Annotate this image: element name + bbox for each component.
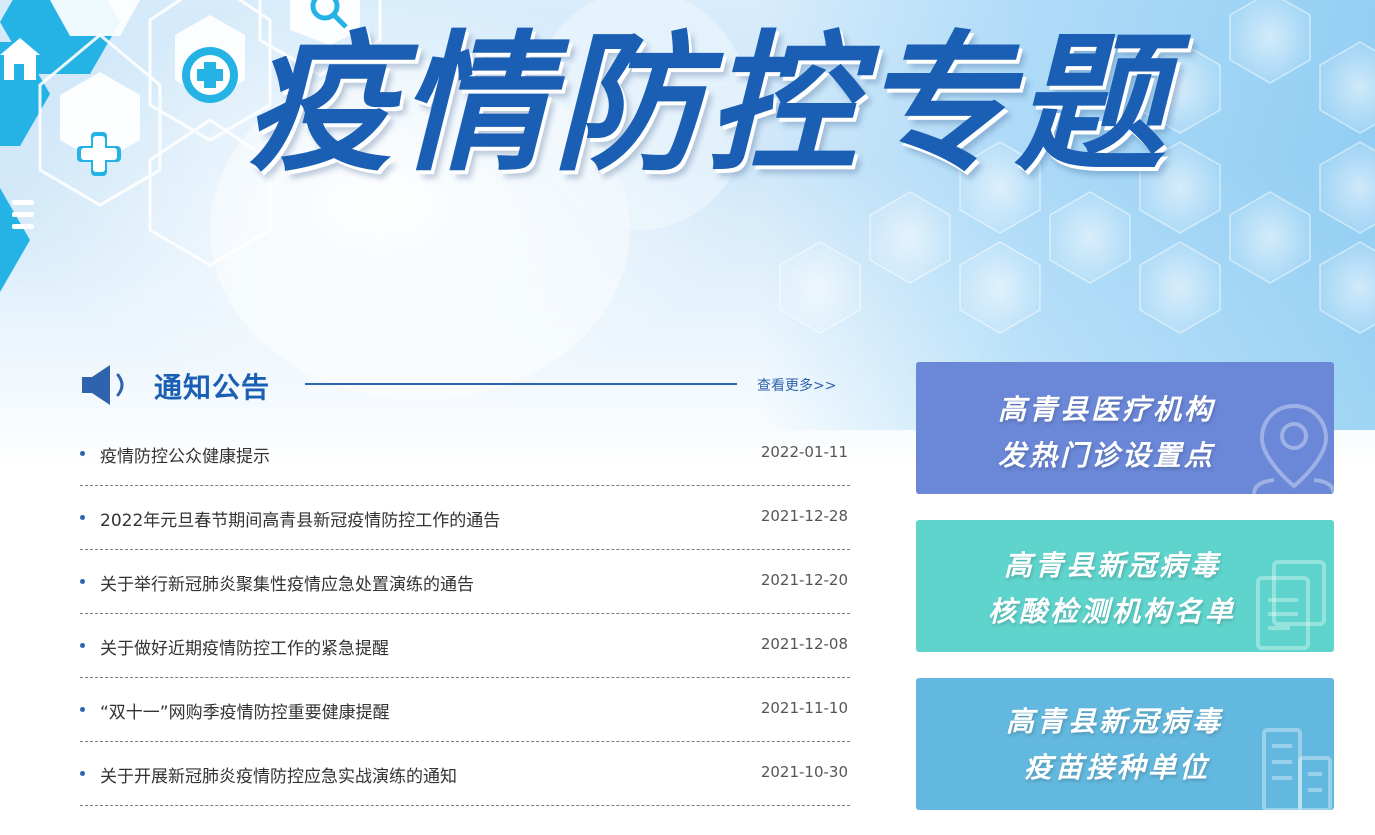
notice-item: 关于举行新冠肺炎聚集性疫情应急处置演练的通告 2021-12-20 bbox=[80, 550, 850, 614]
notice-item: 2022年元旦春节期间高青县新冠疫情防控工作的通告 2021-12-28 bbox=[80, 486, 850, 550]
notice-section-header: 通知公告 查看更多>> bbox=[80, 360, 850, 410]
notice-title-link[interactable]: “双十一”网购季疫情防控重要健康提醒 bbox=[100, 698, 390, 723]
section-divider bbox=[305, 383, 737, 385]
notice-date: 2021-10-30 bbox=[760, 763, 848, 781]
notice-list: 疫情防控公众健康提示 2022-01-11 2022年元旦春节期间高青县新冠疫情… bbox=[80, 422, 850, 806]
vaccination-sites-card[interactable]: 高青县新冠病毒 疫苗接种单位 bbox=[916, 678, 1334, 810]
card-title-line1: 高青县医疗机构 bbox=[998, 393, 1216, 426]
banner-title: 疫情防控专题 bbox=[245, 18, 1170, 192]
notice-title-link[interactable]: 关于举行新冠肺炎聚集性疫情应急处置演练的通告 bbox=[100, 570, 474, 595]
speaker-icon bbox=[82, 365, 124, 405]
notice-title-link[interactable]: 关于开展新冠肺炎疫情防控应急实战演练的通知 bbox=[100, 762, 457, 787]
card-title-line1: 高青县新冠病毒 bbox=[1006, 705, 1224, 738]
notice-title-link[interactable]: 疫情防控公众健康提示 bbox=[100, 442, 270, 467]
bullet-dot-icon bbox=[80, 643, 85, 648]
notice-title-link[interactable]: 2022年元旦春节期间高青县新冠疫情防控工作的通告 bbox=[100, 506, 500, 531]
notice-date: 2021-11-10 bbox=[760, 699, 848, 717]
notice-section-title: 通知公告 bbox=[154, 371, 271, 404]
notice-item: “双十一”网购季疫情防控重要健康提醒 2021-11-10 bbox=[80, 678, 850, 742]
notice-date: 2021-12-08 bbox=[760, 635, 848, 653]
notice-date: 2021-12-20 bbox=[760, 571, 848, 589]
card-title-line2: 疫苗接种单位 bbox=[1024, 751, 1211, 784]
card-title-line1: 高青县新冠病毒 bbox=[1004, 549, 1222, 582]
notice-date: 2022-01-11 bbox=[760, 443, 848, 461]
fever-clinic-card[interactable]: 高青县医疗机构 发热门诊设置点 bbox=[916, 362, 1334, 494]
bullet-dot-icon bbox=[80, 707, 85, 712]
nucleic-acid-testing-card[interactable]: 高青县新冠病毒 核酸检测机构名单 bbox=[916, 520, 1334, 652]
bullet-dot-icon bbox=[80, 515, 85, 520]
card-title-line2: 发热门诊设置点 bbox=[998, 439, 1216, 472]
notice-item: 关于开展新冠肺炎疫情防控应急实战演练的通知 2021-10-30 bbox=[80, 742, 850, 806]
card-title-line2: 核酸检测机构名单 bbox=[988, 595, 1237, 628]
notice-item: 疫情防控公众健康提示 2022-01-11 bbox=[80, 422, 850, 486]
notice-title-link[interactable]: 关于做好近期疫情防控工作的紧急提醒 bbox=[100, 634, 389, 659]
view-more-link[interactable]: 查看更多>> bbox=[757, 375, 836, 395]
bullet-dot-icon bbox=[80, 579, 85, 584]
bullet-dot-icon bbox=[80, 771, 85, 776]
bullet-dot-icon bbox=[80, 451, 85, 456]
notice-date: 2021-12-28 bbox=[760, 507, 848, 525]
notice-item: 关于做好近期疫情防控工作的紧急提醒 2021-12-08 bbox=[80, 614, 850, 678]
